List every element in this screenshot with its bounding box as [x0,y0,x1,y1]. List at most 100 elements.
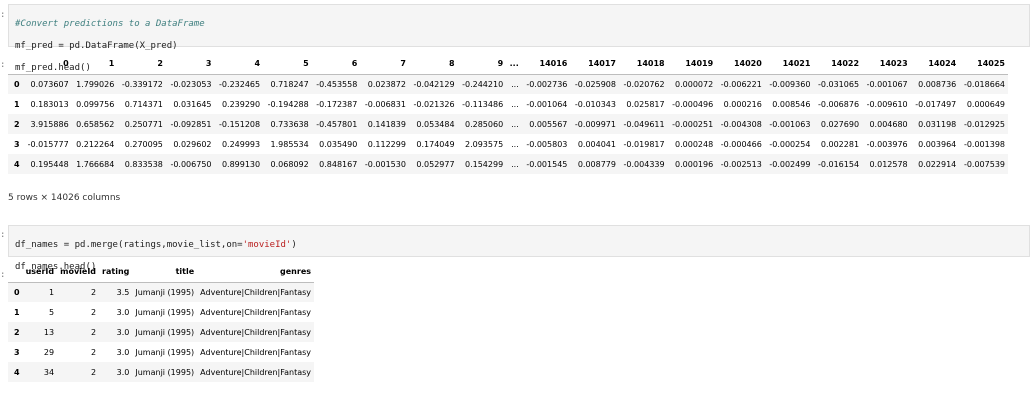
table-row: 4 0.195448 1.766684 0.833538 -0.006750 0.8991… [8,154,1008,174]
row-index: 3 [14,347,20,357]
table-cell: 0.022914 [918,159,957,169]
code-cell-1[interactable]: #Convert predictions to a DataFrame mf_p… [8,4,1030,73]
table-cell: 5 [49,307,55,317]
table-cell: 0.027690 [820,119,860,129]
table-cell: Jumanji (1995) [135,367,195,377]
table-cell: 0.008736 [918,79,957,89]
table-cell: 0.031198 [918,119,957,129]
column-header: 14017 [570,54,619,75]
table-cell: -0.004339 [623,159,665,169]
table-cell: 13 [43,327,55,337]
table-cell: -0.001067 [866,79,908,89]
row-index: 0 [14,287,20,297]
table-cell: -0.001064 [526,99,568,109]
table-cell: 0.848167 [319,159,358,169]
table-cell: -0.172387 [316,99,358,109]
merged-dataframe: userId movieId rating title genres 0 1 2 3.5 Jum… [8,262,315,382]
table-cell: 0.239290 [221,99,261,109]
code-cell-2[interactable]: df_names = pd.merge(ratings,movie_list,o… [8,225,1030,272]
table-cell: -0.092851 [170,119,212,129]
table-cell: Adventure|Children|Fantasy [200,307,312,317]
column-header: 2 [117,54,166,75]
table-cell: 2 [90,367,97,377]
predictions-dataframe: 0 1 2 3 4 5 6 7 8 9... 14016 14017 14018 14019 14020 14… [8,54,1008,174]
table-cell: -0.457801 [316,119,358,129]
table-cell: ... [511,79,519,89]
code-line-merge: df_names = pd.merge(ratings,movie_list,o… [15,240,297,250]
table-cell: 0.899130 [221,159,261,169]
table-cell: 0.025817 [626,99,665,109]
column-header: 4 [214,54,264,75]
table-cell: -0.005803 [526,139,568,149]
table-cell: -0.000496 [672,99,714,109]
table-row: 0 0.073607 1.799026 -0.339172 -0.023053 -0.23… [8,74,1008,94]
column-header: rating [99,262,133,283]
table-cell: -0.012925 [963,119,1005,129]
table-cell: 0.000072 [675,79,714,89]
table-cell: 0.658562 [76,119,115,129]
table-cell: 3.915886 [30,119,69,129]
column-header: movieId [57,262,100,283]
table-cell: 34 [43,367,55,377]
table-cell: 0.000196 [675,159,714,169]
table-cell: 0.029602 [173,139,212,149]
table-cell: 0.141839 [367,119,406,129]
row-index: 2 [14,327,20,337]
table-cell: ... [511,99,519,109]
table-cell: 0.073607 [30,79,69,89]
row-index: 4 [14,159,20,169]
column-header: 14016 [521,54,571,75]
table-cell: 0.000248 [675,139,714,149]
table-row: 3 -0.015777 0.212264 0.270095 0.029602 0.2499… [8,134,1008,154]
table-row: 0 1 2 3.5 Jumanji (1995) Adventure|Children|F… [8,282,315,302]
column-header [8,262,23,283]
table-cell: 2 [90,307,97,317]
table-cell: 0.833538 [124,159,163,169]
table-cell: -0.001545 [526,159,568,169]
table-cell: -0.049611 [623,119,665,129]
column-header: genres [197,262,315,283]
cell1-prompt: : [0,10,6,20]
table-cell: 0.052977 [416,159,455,169]
table-row: 1 5 2 3.0 Jumanji (1995) Adventure|Children|F… [8,302,314,322]
table-cell: 1.799026 [76,79,115,89]
table-cell: -0.023053 [170,79,212,89]
table-cell: Adventure|Children|Fantasy [200,347,312,357]
table-cell: 0.183013 [30,99,69,109]
column-header: 0 [23,54,72,75]
cell2-prompt: : [0,230,6,240]
table-cell: 2 [90,327,97,337]
table-cell: -0.000251 [672,119,714,129]
table-cell: -0.016154 [817,159,860,169]
table-cell: -0.015777 [27,139,69,149]
column-header: 1 [71,54,118,75]
table-cell: 0.285060 [464,119,504,129]
table-cell: 29 [43,347,55,357]
table-cell: -0.003976 [866,139,908,149]
table-cell: 0.008546 [772,99,811,109]
table-cell: -0.453558 [316,79,358,89]
table-cell: 1.766684 [76,159,115,169]
table-header-row: 0 1 2 3 4 5 6 7 8 9... 14016 14017 14018 14019 14020 14… [8,54,1008,75]
table-row: 4 34 2 3.0 Jumanji (1995) Adventure|Children|… [8,362,315,382]
table-cell: -0.001530 [364,159,406,169]
table-cell: 3.0 [116,327,130,337]
table-cell: -0.006831 [364,99,406,109]
table-cell: 0.154299 [464,159,504,169]
table-cell: 1.985534 [270,139,309,149]
table-cell: -0.004308 [720,119,762,129]
table-cell: ... [511,159,519,169]
column-header: 14019 [667,54,717,75]
column-header: 9 [457,54,507,75]
table-cell: 0.000216 [723,99,762,109]
table-cell: -0.010343 [574,99,616,109]
table-cell: 0.004041 [577,139,616,149]
table-cell: ... [511,139,519,149]
table-cell: -0.002513 [720,159,762,169]
column-header: title [132,262,198,283]
table-header-row: userId movieId rating title genres [8,262,315,283]
table-cell: Jumanji (1995) [135,347,195,357]
table-cell: Jumanji (1995) [135,307,195,317]
table-cell: -0.009360 [769,79,811,89]
out1-prompt: : [0,60,6,70]
